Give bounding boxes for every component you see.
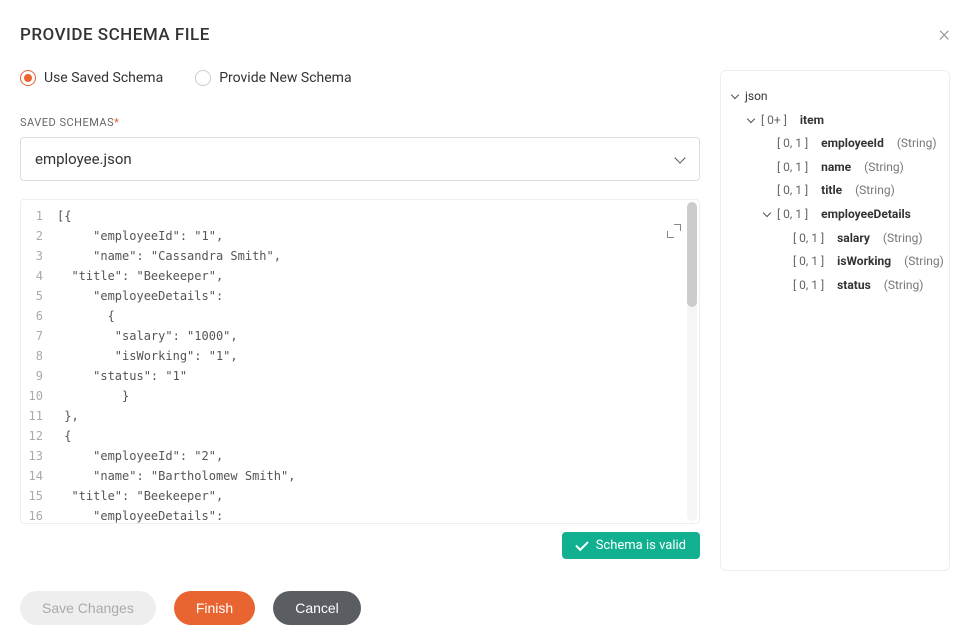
saved-schemas-select[interactable]: employee.json xyxy=(20,137,700,181)
caret-down-icon xyxy=(731,92,740,101)
editor-gutter: 12345678910111213141516 xyxy=(21,200,49,523)
editor-code[interactable]: [{ "employeeId": "1", "name": "Cassandra… xyxy=(49,200,699,523)
validation-text: Schema is valid xyxy=(596,538,686,553)
tree-node-status[interactable]: [ 0, 1 ] status (String) xyxy=(731,274,939,298)
radio-provide-new[interactable]: Provide New Schema xyxy=(195,70,351,86)
expand-icon[interactable] xyxy=(667,224,681,238)
save-changes-button: Save Changes xyxy=(20,591,156,625)
radio-label: Provide New Schema xyxy=(219,70,351,86)
page-title: PROVIDE SCHEMA FILE xyxy=(20,25,210,45)
radio-use-saved[interactable]: Use Saved Schema xyxy=(20,70,163,86)
tree-node-employeeDetails[interactable]: [ 0, 1 ] employeeDetails xyxy=(731,203,939,227)
tree-node-item[interactable]: [ 0+ ] item xyxy=(731,109,939,133)
tree-node-name[interactable]: [ 0, 1 ] name (String) xyxy=(731,156,939,180)
saved-schemas-value: employee.json xyxy=(35,150,132,168)
chevron-down-icon xyxy=(675,154,685,164)
tree-node-isWorking[interactable]: [ 0, 1 ] isWorking (String) xyxy=(731,250,939,274)
tree-node-employeeId[interactable]: [ 0, 1 ] employeeId (String) xyxy=(731,132,939,156)
finish-button[interactable]: Finish xyxy=(174,591,255,625)
radio-icon xyxy=(20,70,36,86)
caret-down-icon xyxy=(747,116,756,125)
schema-tree-panel: json [ 0+ ] item [ 0, 1 ] employeeId (St… xyxy=(720,70,950,571)
tree-node-root[interactable]: json xyxy=(731,85,939,109)
check-icon xyxy=(575,537,588,550)
caret-down-icon xyxy=(763,210,772,219)
scrollbar-thumb[interactable] xyxy=(687,202,697,307)
radio-icon xyxy=(195,70,211,86)
saved-schemas-label: SAVED SCHEMAS* xyxy=(20,116,700,129)
tree-node-salary[interactable]: [ 0, 1 ] salary (String) xyxy=(731,227,939,251)
schema-mode-radios: Use Saved Schema Provide New Schema xyxy=(20,70,700,86)
cancel-button[interactable]: Cancel xyxy=(273,591,361,625)
tree-node-title[interactable]: [ 0, 1 ] title (String) xyxy=(731,179,939,203)
radio-label: Use Saved Schema xyxy=(44,70,163,86)
schema-editor[interactable]: 12345678910111213141516 [{ "employeeId":… xyxy=(20,199,700,524)
close-icon[interactable]: × xyxy=(938,24,950,46)
validation-badge: Schema is valid xyxy=(562,532,700,559)
